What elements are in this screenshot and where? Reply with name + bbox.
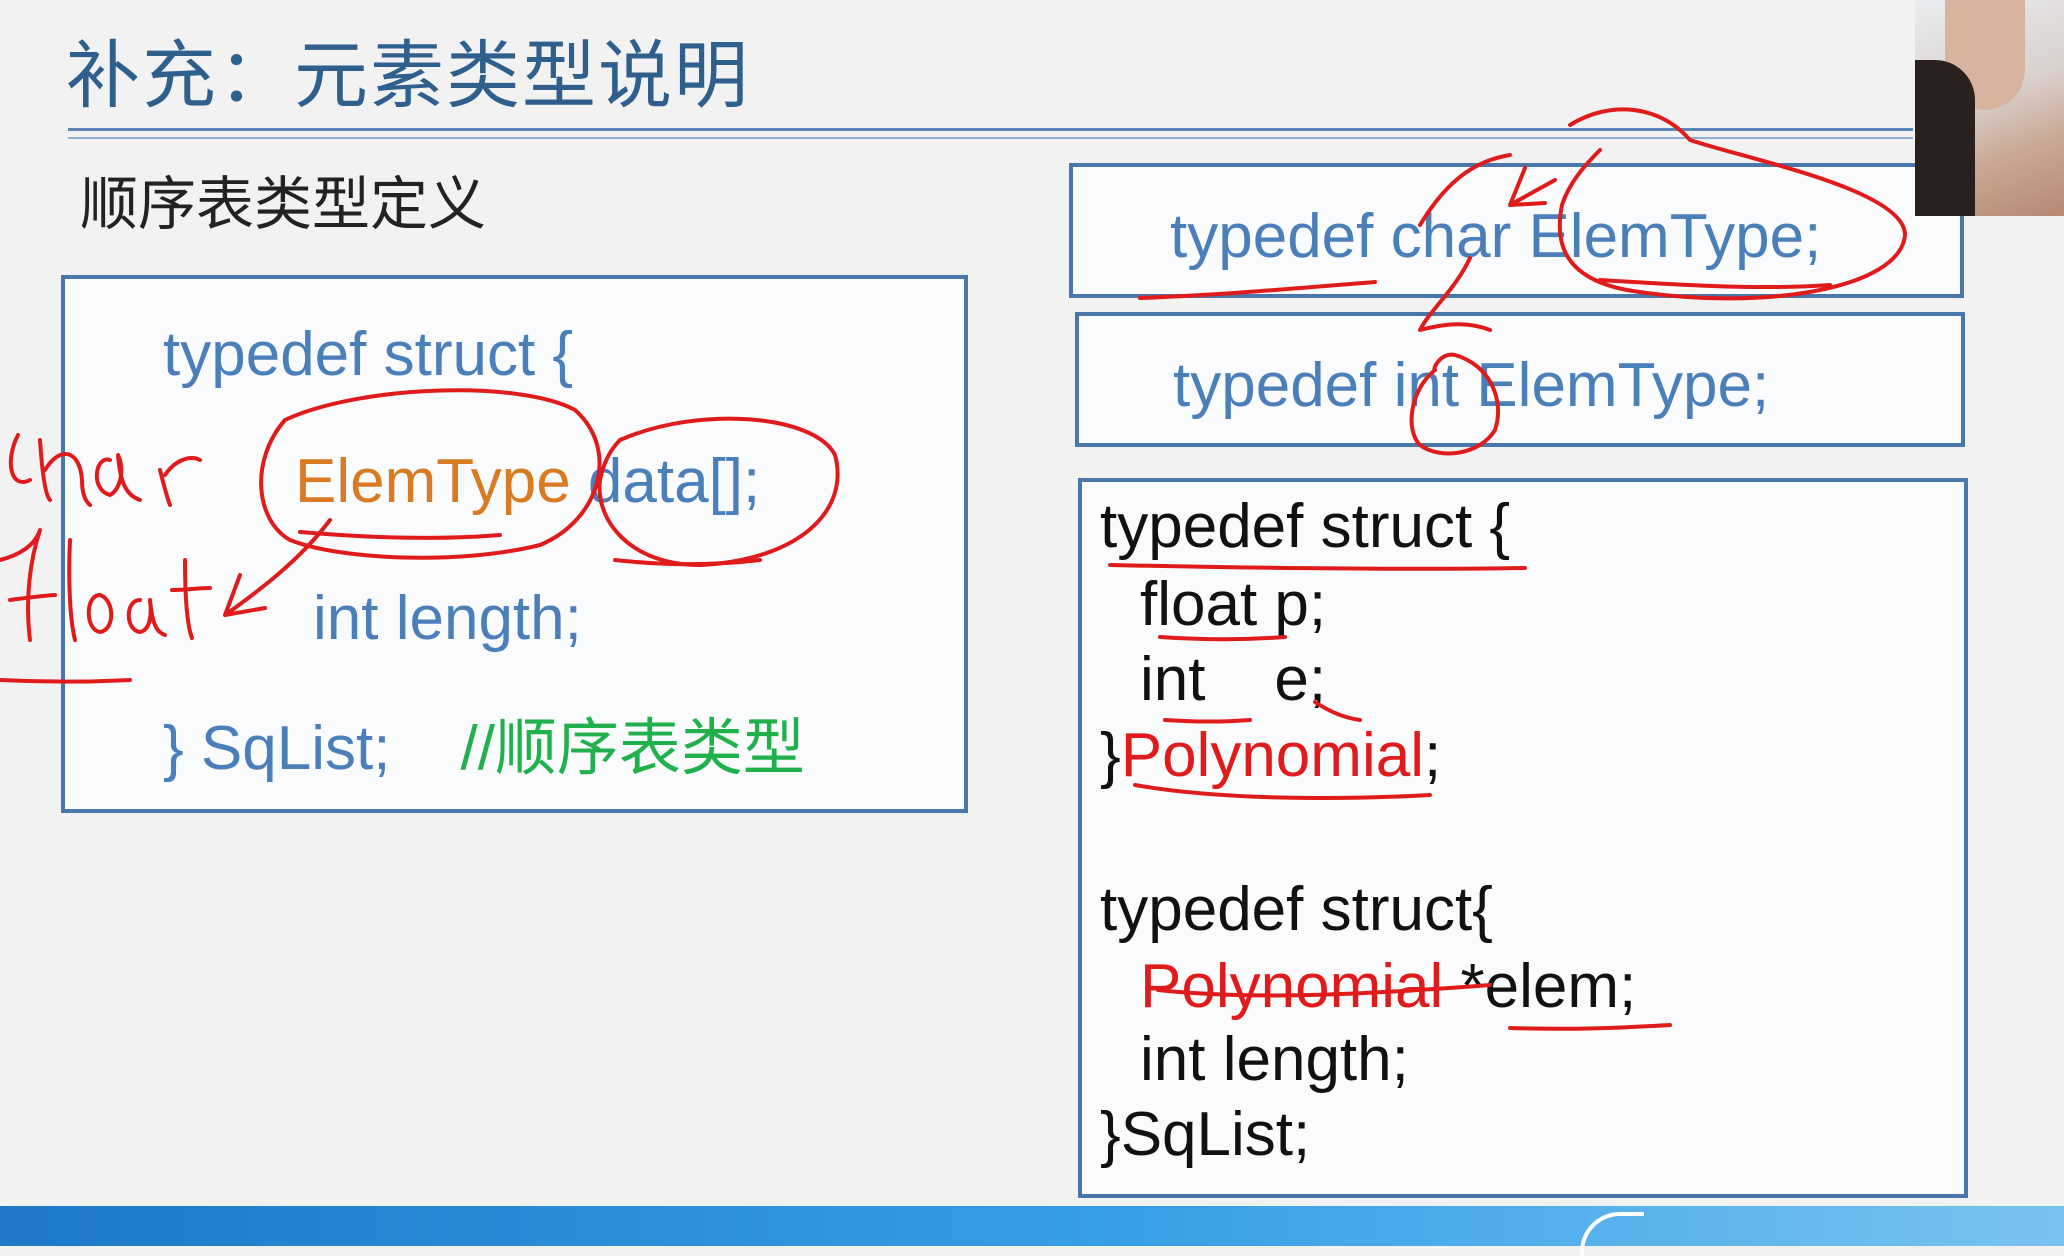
underline-elemtype-top-annotation (1598, 278, 1832, 290)
handwriting-float-annotation (0, 528, 212, 642)
underline-float-annotation (1158, 635, 1287, 642)
underline-typedef-struct-annotation (1108, 563, 1527, 571)
underline-e-annotation (1313, 700, 1362, 722)
university-logo-icon (1580, 1212, 1644, 1256)
underline-data-annotation (613, 558, 762, 567)
underline-float-handwriting-annotation (0, 678, 132, 684)
circle-int-annotation (1409, 352, 1501, 456)
arrow-to-char-annotation (1508, 166, 1557, 207)
webcam-overlay (1915, 0, 2064, 216)
footer-bar (0, 1206, 2064, 1256)
connector-annotation (1418, 256, 1492, 332)
presenter-hair (1915, 60, 1975, 216)
underline-polynomial-annotation (1133, 783, 1432, 800)
underline-elemtype-annotation (298, 530, 502, 540)
strike-polynomial-annotation (1156, 983, 1492, 998)
circle-elemtype-top-annotation (1557, 107, 1907, 301)
pen-annotations (0, 107, 1907, 1031)
handwriting-char-annotation (8, 433, 202, 507)
underline-elem-annotation (1508, 1023, 1672, 1031)
circle-data-annotation (597, 416, 840, 567)
underline-int-annotation (1163, 718, 1252, 724)
circle-char-annotation (1418, 153, 1512, 227)
underline-typedef-annotation (1138, 280, 1377, 300)
